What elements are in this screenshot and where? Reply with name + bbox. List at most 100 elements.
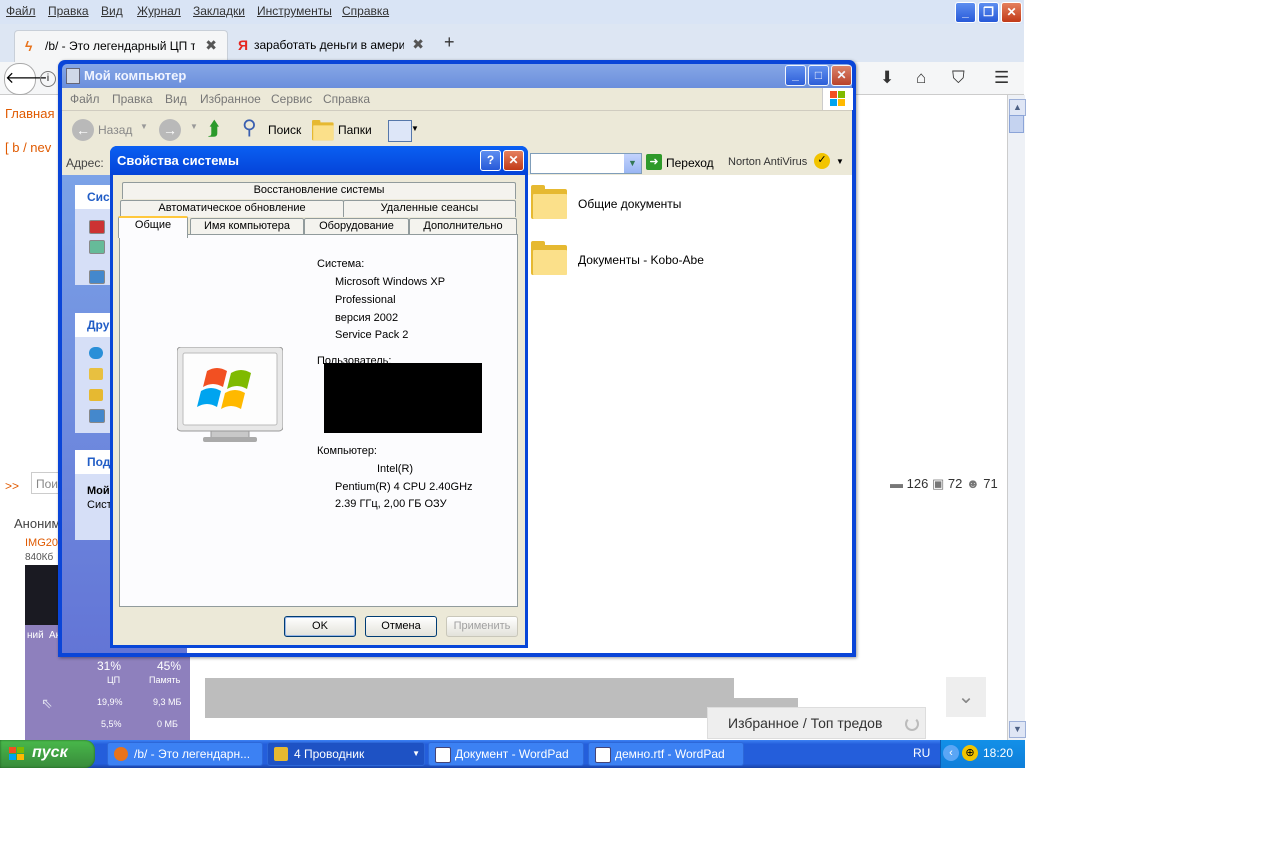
menu-history[interactable]: Журнал xyxy=(137,4,181,18)
back-dropdown-icon[interactable]: ▼ xyxy=(140,122,148,131)
tab-remote-sessions[interactable]: Удаленные сеансы xyxy=(343,200,516,217)
menu-file[interactable]: Файл xyxy=(6,4,36,18)
scroll-down-arrow-icon[interactable]: ▼ xyxy=(1009,721,1026,738)
folder-icon[interactable] xyxy=(531,185,567,219)
task-wordpad-document[interactable]: Документ - WordPad xyxy=(428,742,584,766)
thumb-row-mem: 0 МБ xyxy=(157,719,178,729)
menu-favorites[interactable]: Избранное xyxy=(200,92,261,106)
control-panel-icon[interactable] xyxy=(89,270,105,284)
nav-main-link[interactable]: Главная xyxy=(5,106,54,121)
my-computer-titlebar[interactable]: Мой компьютер _ □ ✕ xyxy=(62,64,852,88)
menu-tools[interactable]: Инструменты xyxy=(257,4,332,18)
hamburger-menu-icon[interactable]: ☰ xyxy=(994,68,1009,88)
views-icon[interactable] xyxy=(388,120,412,142)
close-button[interactable]: ✕ xyxy=(831,65,852,86)
forward-arrow-icon[interactable]: → xyxy=(159,119,181,141)
menu-view[interactable]: Вид xyxy=(101,4,123,18)
scroll-up-arrow-icon[interactable]: ▲ xyxy=(1009,99,1026,116)
folder-user-documents[interactable]: Документы - Kobo-Abe xyxy=(578,253,704,267)
minimize-button[interactable]: _ xyxy=(785,65,806,86)
tab-advanced[interactable]: Дополнительно xyxy=(409,218,517,235)
control-panel-icon[interactable] xyxy=(89,409,105,423)
minimize-button[interactable]: _ xyxy=(955,2,976,23)
clock[interactable]: 18:20 xyxy=(983,746,1013,760)
menu-help[interactable]: Справка xyxy=(342,4,389,18)
menu-file[interactable]: Файл xyxy=(70,92,100,106)
folder-shared-documents[interactable]: Общие документы xyxy=(578,197,681,211)
thread-stats: ▬ 126 ▣ 72 ☻ 71 xyxy=(890,476,998,492)
image-link[interactable]: IMG20 xyxy=(25,537,58,549)
norton-toolbar-label[interactable]: Norton AntiVirus xyxy=(728,156,807,168)
apply-button[interactable]: Применить xyxy=(446,616,518,637)
task-explorer-group[interactable]: 4 Проводник ▼ xyxy=(267,742,425,766)
menu-bookmarks[interactable]: Закладки xyxy=(193,4,245,18)
search-icon[interactable]: ⚲ xyxy=(242,115,257,140)
task-wordpad-demo[interactable]: демно.rtf - WordPad xyxy=(588,742,744,766)
task-firefox[interactable]: /b/ - Это легендарн... xyxy=(107,742,263,766)
favorites-bar[interactable]: Избранное / Топ тредов xyxy=(707,707,926,739)
close-button[interactable]: ✕ xyxy=(503,150,524,171)
menu-edit[interactable]: Правка xyxy=(112,92,153,106)
network-globe-icon[interactable]: ⊕ xyxy=(962,745,978,761)
tab-computer-name[interactable]: Имя компьютера xyxy=(190,218,304,235)
info-icon[interactable]: i xyxy=(40,71,56,87)
scrollbar-thumb[interactable] xyxy=(1009,115,1024,133)
menu-view[interactable]: Вид xyxy=(165,92,187,106)
close-icon[interactable]: ✖ xyxy=(412,36,424,53)
new-tab-button[interactable]: + xyxy=(444,32,455,53)
views-dropdown-icon[interactable]: ▼ xyxy=(411,124,419,133)
address-input[interactable]: ▼ xyxy=(530,153,642,174)
tab-2ch[interactable]: ϟ /b/ - Это легендарный ЦП т... ✖ xyxy=(14,30,228,63)
download-icon[interactable]: ⬇ xyxy=(880,68,894,88)
show-hidden-icons-icon[interactable]: ‹ xyxy=(943,745,959,761)
close-button[interactable]: ✕ xyxy=(1001,2,1022,23)
cpu-speed-ram: 2.39 ГГц, 2,00 ГБ ОЗУ xyxy=(335,498,447,510)
home-icon[interactable]: ⌂ xyxy=(916,68,926,88)
dialog-titlebar[interactable]: Свойства системы ? ✕ xyxy=(110,146,528,175)
cancel-button[interactable]: Отмена xyxy=(365,616,437,637)
os-name: Microsoft Windows XP xyxy=(335,276,446,288)
back-button[interactable]: 🡐 xyxy=(4,63,48,95)
menu-tools[interactable]: Сервис xyxy=(271,92,312,106)
language-indicator[interactable]: RU xyxy=(913,746,930,760)
menu-edit[interactable]: Правка xyxy=(48,4,89,18)
expand-arrows[interactable]: >> xyxy=(5,479,19,493)
norton-icon[interactable]: ✓ xyxy=(814,153,830,169)
ok-button[interactable]: OK xyxy=(284,616,356,637)
windows-xp-monitor-icon xyxy=(176,346,284,443)
documents-icon[interactable] xyxy=(89,368,103,380)
menu-help[interactable]: Справка xyxy=(323,92,370,106)
system-info-icon[interactable] xyxy=(89,220,105,234)
go-button-label[interactable]: Переход xyxy=(666,156,714,170)
tab-yandex[interactable]: Я заработать деньги в амери... ✖ xyxy=(228,30,434,62)
norton-dropdown-icon[interactable]: ▼ xyxy=(836,157,844,166)
page-scrollbar[interactable]: ▲ ▼ xyxy=(1007,95,1026,740)
folder-up-icon[interactable]: ⮭ xyxy=(208,118,220,141)
go-arrow-icon[interactable]: ➜ xyxy=(646,154,662,170)
address-dropdown-icon[interactable]: ▼ xyxy=(624,154,641,173)
folder-icon[interactable] xyxy=(89,389,103,401)
restore-button[interactable]: ❐ xyxy=(978,2,999,23)
close-icon[interactable]: ✖ xyxy=(205,37,217,54)
folders-button-label[interactable]: Папки xyxy=(338,123,372,137)
search-button-label[interactable]: Поиск xyxy=(268,123,301,137)
back-button-label[interactable]: Назад xyxy=(98,123,132,137)
back-arrow-icon[interactable]: ← xyxy=(72,119,94,141)
scroll-down-button[interactable]: ⌄ xyxy=(946,677,986,717)
start-button[interactable]: пуск xyxy=(0,740,95,768)
tab-system-restore[interactable]: Восстановление системы xyxy=(122,182,516,199)
network-icon[interactable] xyxy=(89,347,103,359)
forward-dropdown-icon[interactable]: ▼ xyxy=(190,122,198,131)
tab-automatic-updates[interactable]: Автоматическое обновление xyxy=(120,200,344,217)
folder-icon[interactable] xyxy=(531,241,567,275)
tab-hardware[interactable]: Оборудование xyxy=(304,218,409,235)
board-path[interactable]: [ b / nev xyxy=(5,140,51,155)
add-remove-icon[interactable] xyxy=(89,240,105,254)
help-button[interactable]: ? xyxy=(480,150,501,171)
pocket-icon[interactable]: ⛉ xyxy=(952,68,965,88)
task-label: /b/ - Это легендарн... xyxy=(134,747,251,761)
maximize-button[interactable]: □ xyxy=(808,65,829,86)
system-label: Система: xyxy=(317,258,365,270)
folders-icon[interactable] xyxy=(312,120,334,141)
tab-general[interactable]: Общие xyxy=(118,216,188,238)
